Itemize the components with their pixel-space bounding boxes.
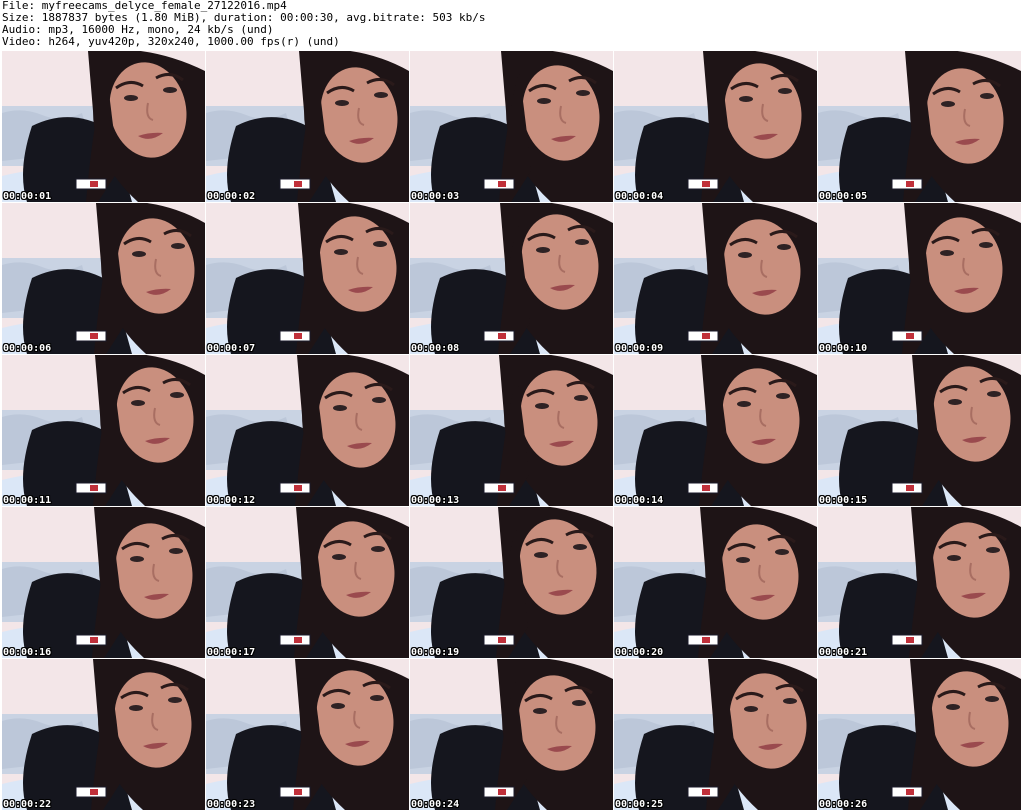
frame-image [410, 203, 613, 354]
video-frame-thumbnail: 00:00:14 [614, 355, 817, 506]
frame-timestamp: 00:00:15 [819, 495, 868, 506]
video-frame-thumbnail: 00:00:07 [206, 203, 409, 354]
frame-timestamp: 00:00:01 [3, 191, 52, 202]
frame-image [206, 51, 409, 202]
video-frame-thumbnail: 00:00:06 [2, 203, 205, 354]
thumbnail-grid: 00:00:01 00:00:02 00:00:03 00:00:04 00:00:05… [2, 51, 1023, 810]
frame-image [818, 659, 1021, 810]
video-frame-thumbnail: 00:00:23 [206, 659, 409, 810]
video-frame-thumbnail: 00:00:10 [818, 203, 1021, 354]
video-frame-thumbnail: 00:00:01 [2, 51, 205, 202]
frame-image [206, 507, 409, 658]
video-frame-thumbnail: 00:00:15 [818, 355, 1021, 506]
video-frame-thumbnail: 00:00:03 [410, 51, 613, 202]
frame-timestamp: 00:00:16 [3, 647, 52, 658]
frame-image [2, 507, 205, 658]
video-frame-thumbnail: 00:00:16 [2, 507, 205, 658]
video-frame-thumbnail: 00:00:05 [818, 51, 1021, 202]
frame-image [818, 203, 1021, 354]
video-frame-thumbnail: 00:00:22 [2, 659, 205, 810]
video-frame-thumbnail: 00:00:20 [614, 507, 817, 658]
frame-image [206, 355, 409, 506]
frame-timestamp: 00:00:12 [207, 495, 256, 506]
video-frame-thumbnail: 00:00:12 [206, 355, 409, 506]
file-name-line: File: myfreecams_delyce_female_27122016.… [2, 0, 287, 12]
video-frame-thumbnail: 00:00:17 [206, 507, 409, 658]
video-frame-thumbnail: 00:00:04 [614, 51, 817, 202]
frame-image [2, 355, 205, 506]
frame-image [614, 203, 817, 354]
frame-image [818, 507, 1021, 658]
frame-timestamp: 00:00:23 [207, 799, 256, 810]
frame-timestamp: 00:00:04 [615, 191, 664, 202]
frame-image [2, 51, 205, 202]
frame-image [410, 51, 613, 202]
frame-timestamp: 00:00:26 [819, 799, 868, 810]
frame-image [614, 355, 817, 506]
video-frame-thumbnail: 00:00:08 [410, 203, 613, 354]
video-frame-thumbnail: 00:00:02 [206, 51, 409, 202]
video-frame-thumbnail: 00:00:19 [410, 507, 613, 658]
frame-timestamp: 00:00:24 [411, 799, 460, 810]
frame-timestamp: 00:00:25 [615, 799, 664, 810]
audio-info-line: Audio: mp3, 16000 Hz, mono, 24 kb/s (und… [2, 24, 274, 36]
file-size-line: Size: 1887837 bytes (1.80 MiB), duration… [2, 12, 486, 24]
frame-image [614, 507, 817, 658]
frame-timestamp: 00:00:13 [411, 495, 460, 506]
frame-timestamp: 00:00:14 [615, 495, 664, 506]
frame-timestamp: 00:00:10 [819, 343, 868, 354]
video-frame-thumbnail: 00:00:13 [410, 355, 613, 506]
frame-timestamp: 00:00:11 [3, 495, 52, 506]
frame-timestamp: 00:00:02 [207, 191, 256, 202]
frame-timestamp: 00:00:17 [207, 647, 256, 658]
video-frame-thumbnail: 00:00:21 [818, 507, 1021, 658]
frame-image [818, 51, 1021, 202]
frame-timestamp: 00:00:07 [207, 343, 256, 354]
frame-image [410, 659, 613, 810]
video-frame-thumbnail: 00:00:24 [410, 659, 613, 810]
frame-image [410, 355, 613, 506]
video-info-line: Video: h264, yuv420p, 320x240, 1000.00 f… [2, 36, 340, 48]
frame-timestamp: 00:00:21 [819, 647, 868, 658]
frame-timestamp: 00:00:06 [3, 343, 52, 354]
frame-image [206, 659, 409, 810]
video-frame-thumbnail: 00:00:26 [818, 659, 1021, 810]
frame-image [614, 51, 817, 202]
frame-timestamp: 00:00:05 [819, 191, 868, 202]
video-frame-thumbnail: 00:00:09 [614, 203, 817, 354]
frame-image [2, 659, 205, 810]
frame-timestamp: 00:00:08 [411, 343, 460, 354]
frame-image [614, 659, 817, 810]
video-frame-thumbnail: 00:00:25 [614, 659, 817, 810]
frame-timestamp: 00:00:22 [3, 799, 52, 810]
frame-image [410, 507, 613, 658]
frame-image [2, 203, 205, 354]
frame-image [818, 355, 1021, 506]
frame-timestamp: 00:00:09 [615, 343, 664, 354]
file-info-header: File: myfreecams_delyce_female_27122016.… [2, 0, 1022, 50]
video-frame-thumbnail: 00:00:11 [2, 355, 205, 506]
frame-timestamp: 00:00:19 [411, 647, 460, 658]
frame-image [206, 203, 409, 354]
frame-timestamp: 00:00:20 [615, 647, 664, 658]
frame-timestamp: 00:00:03 [411, 191, 460, 202]
